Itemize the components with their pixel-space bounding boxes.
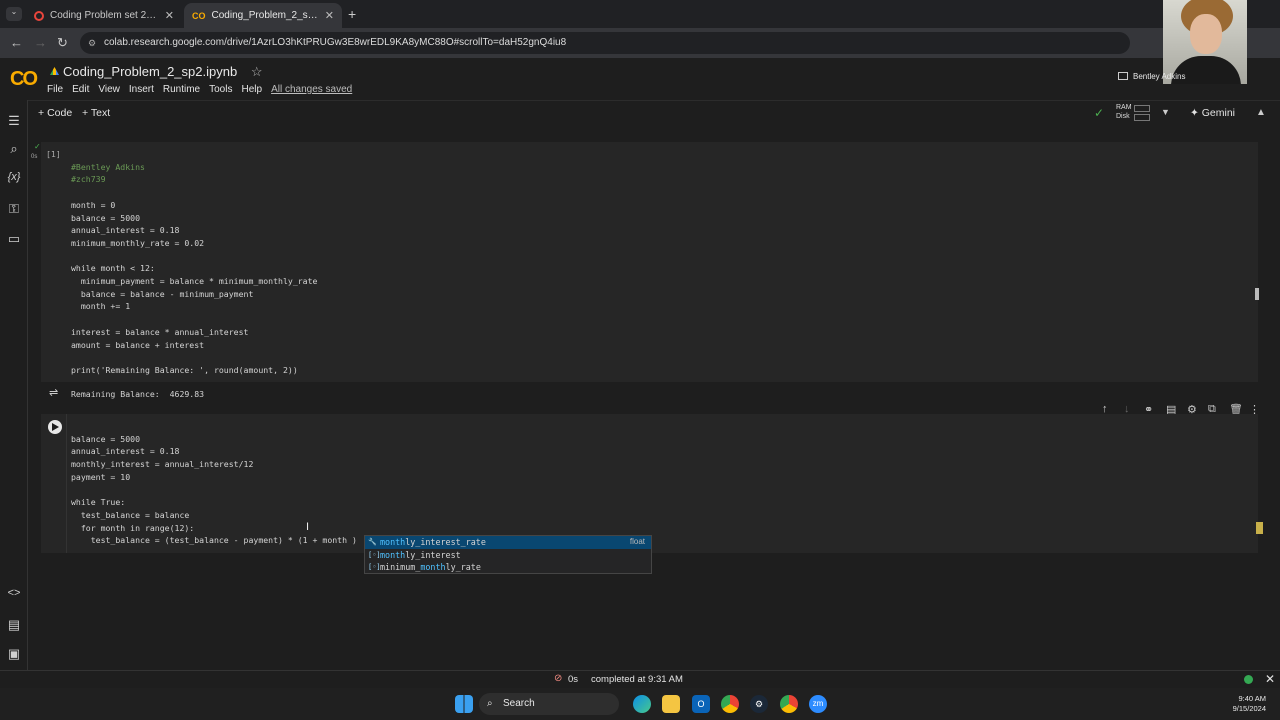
menu-help[interactable]: Help [241,84,262,95]
windows-start-icon[interactable] [455,695,473,713]
autocomplete-item[interactable]: [◦] minimum_monthly_rate [365,561,651,574]
add-code-button[interactable]: + Code [38,107,72,119]
gemini-button[interactable]: ✦ Gemini [1190,107,1235,119]
star-icon[interactable]: ☆ [251,64,263,79]
status-message[interactable]: completed at 9:31 AM [591,674,683,685]
colab-favicon-icon: CO [192,10,206,21]
menu-tools[interactable]: Tools [209,84,232,95]
taskbar-search[interactable]: ⌕ Search [479,693,619,715]
autocomplete-popup: 🔧 monthly_interest_rate float [◦] monthl… [364,535,652,574]
notebook-toolbar: + Code + Text ✓ RAM Disk ▼ ✦ Gemini ▲ [28,100,1280,126]
zoom-icon[interactable]: zm [809,695,827,713]
close-tab-icon[interactable]: ✕ [325,9,334,22]
play-icon [52,423,59,431]
url-text: colab.research.google.com/drive/1AzrLO3h… [104,37,567,48]
menu-view[interactable]: View [98,84,120,95]
code-editor-2[interactable]: balance = 5000 annual_interest = 0.18 mo… [71,420,357,560]
windows-taskbar: ⌕ Search O ⚙ zm 9:40 AM 9/15/2024 [0,688,1280,720]
close-tab-icon[interactable]: ✕ [165,9,174,22]
connected-check-icon: ✓ [1094,106,1105,120]
table-of-contents-icon[interactable]: ☰ [6,113,22,129]
new-tab-button[interactable]: + [348,6,356,22]
files-folder-icon[interactable]: ▭ [6,231,22,247]
scrollbar-marker [1256,522,1263,534]
variable-icon: [◦] [368,563,381,571]
terminal-icon[interactable]: ▣ [6,646,22,662]
text-cursor-icon: I [306,521,310,533]
tab-search-button[interactable]: ⌄ [6,7,22,21]
save-status-link[interactable]: All changes saved [271,84,352,95]
connected-dot-icon [1244,675,1253,684]
scrollbar-thumb[interactable] [1255,288,1259,300]
taskbar-clock[interactable]: 9:40 AM 9/15/2024 [1222,694,1266,714]
menu-bar: File Edit View Insert Runtime Tools Help… [47,84,352,95]
status-bar: ⊘ 0s completed at 9:31 AM ✕ [0,670,1280,688]
gemini-sparkle-icon: ✦ [1190,107,1199,119]
status-time: 0s [568,674,579,685]
left-sidebar: ☰ ⌕ {x} ⚿ ▭ <> ▤ ▣ [0,100,28,670]
reload-icon[interactable]: ↻ [57,35,68,51]
variable-icon: [◦] [368,550,381,559]
code-editor-1[interactable]: #Bentley Adkins #zch739 month = 0 balanc… [71,148,317,389]
webcam-person-face [1190,14,1222,54]
back-icon[interactable]: ← [10,35,23,50]
resource-monitor[interactable]: RAM Disk [1116,103,1132,121]
cell-exec-time: 0s [31,154,38,160]
address-bar-row: ← → ↻ ⚙ colab.research.google.com/drive/… [0,28,1280,58]
search-icon[interactable]: ⌕ [6,141,22,157]
cell-1-output: ⇌ Remaining Balance: 4629.83 [41,382,1258,406]
ram-meter [1134,105,1150,112]
variables-icon[interactable]: {x} [6,171,22,183]
steam-icon[interactable]: ⚙ [750,695,768,713]
runtime-dropdown-icon[interactable]: ▼ [1161,107,1170,117]
output-actions-icon[interactable]: ⇌ [49,386,58,399]
menu-runtime[interactable]: Runtime [163,84,200,95]
error-circle-icon: ⊘ [554,673,563,684]
outlook-icon[interactable]: O [692,695,710,713]
file-explorer-icon[interactable] [662,695,680,713]
autocomplete-item[interactable]: [◦] monthly_interest [365,549,651,562]
execution-count: [1] [46,149,61,159]
colab-header: CO Coding_Problem_2_sp2.ipynb ☆ File Edi… [0,58,1280,100]
colab-logo[interactable]: CO [10,68,38,91]
secrets-key-icon[interactable]: ⚿ [6,201,22,217]
wrench-icon: 🔧 [368,538,377,546]
browser-tab-problem-set[interactable]: Coding Problem set 2, credit ca ✕ [26,3,182,28]
menu-edit[interactable]: Edit [72,84,89,95]
search-icon: ⌕ [487,698,493,709]
site-info-icon[interactable]: ⚙ [88,32,96,54]
disk-meter [1134,114,1150,121]
chrome-icon[interactable] [721,695,739,713]
url-bar[interactable]: ⚙ colab.research.google.com/drive/1AzrLO… [80,32,1130,54]
tab-favicon-icon [34,10,44,21]
forward-icon[interactable]: → [34,35,47,50]
command-palette-icon[interactable]: ▤ [6,617,22,633]
browser-tab-notebook[interactable]: CO Coding_Problem_2_sp2.ipynb - ✕ [184,3,342,28]
collapse-toolbar-icon[interactable]: ▲ [1256,107,1266,118]
code-snippets-icon[interactable]: <> [6,587,22,599]
run-cell-button[interactable] [48,420,62,434]
close-status-icon[interactable]: ✕ [1265,672,1275,686]
code-cell-1[interactable]: ✓ 0s [1] #Bentley Adkins #zch739 month =… [31,142,1258,382]
comment-icon[interactable] [1118,72,1128,80]
gutter-divider [66,414,67,553]
drive-icon [50,67,59,75]
code-cell-2[interactable]: balance = 5000 annual_interest = 0.18 mo… [41,414,1258,553]
autocomplete-item[interactable]: 🔧 monthly_interest_rate float [365,536,651,549]
notebook-area: ✓ 0s [1] #Bentley Adkins #zch739 month =… [28,126,1280,670]
menu-insert[interactable]: Insert [129,84,154,95]
participant-name-label: Bentley Adkins [1133,72,1186,81]
menu-file[interactable]: File [47,84,63,95]
edge-icon[interactable] [633,695,651,713]
browser-tab-strip: ⌄ Coding Problem set 2, credit ca ✕ CO C… [0,0,1280,28]
chrome-active-icon[interactable] [780,695,798,713]
add-text-button[interactable]: + Text [82,107,110,119]
cell-run-check-icon: ✓ [34,142,41,151]
output-text: Remaining Balance: 4629.83 [71,389,205,399]
notebook-title[interactable]: Coding_Problem_2_sp2.ipynb ☆ [63,64,262,80]
